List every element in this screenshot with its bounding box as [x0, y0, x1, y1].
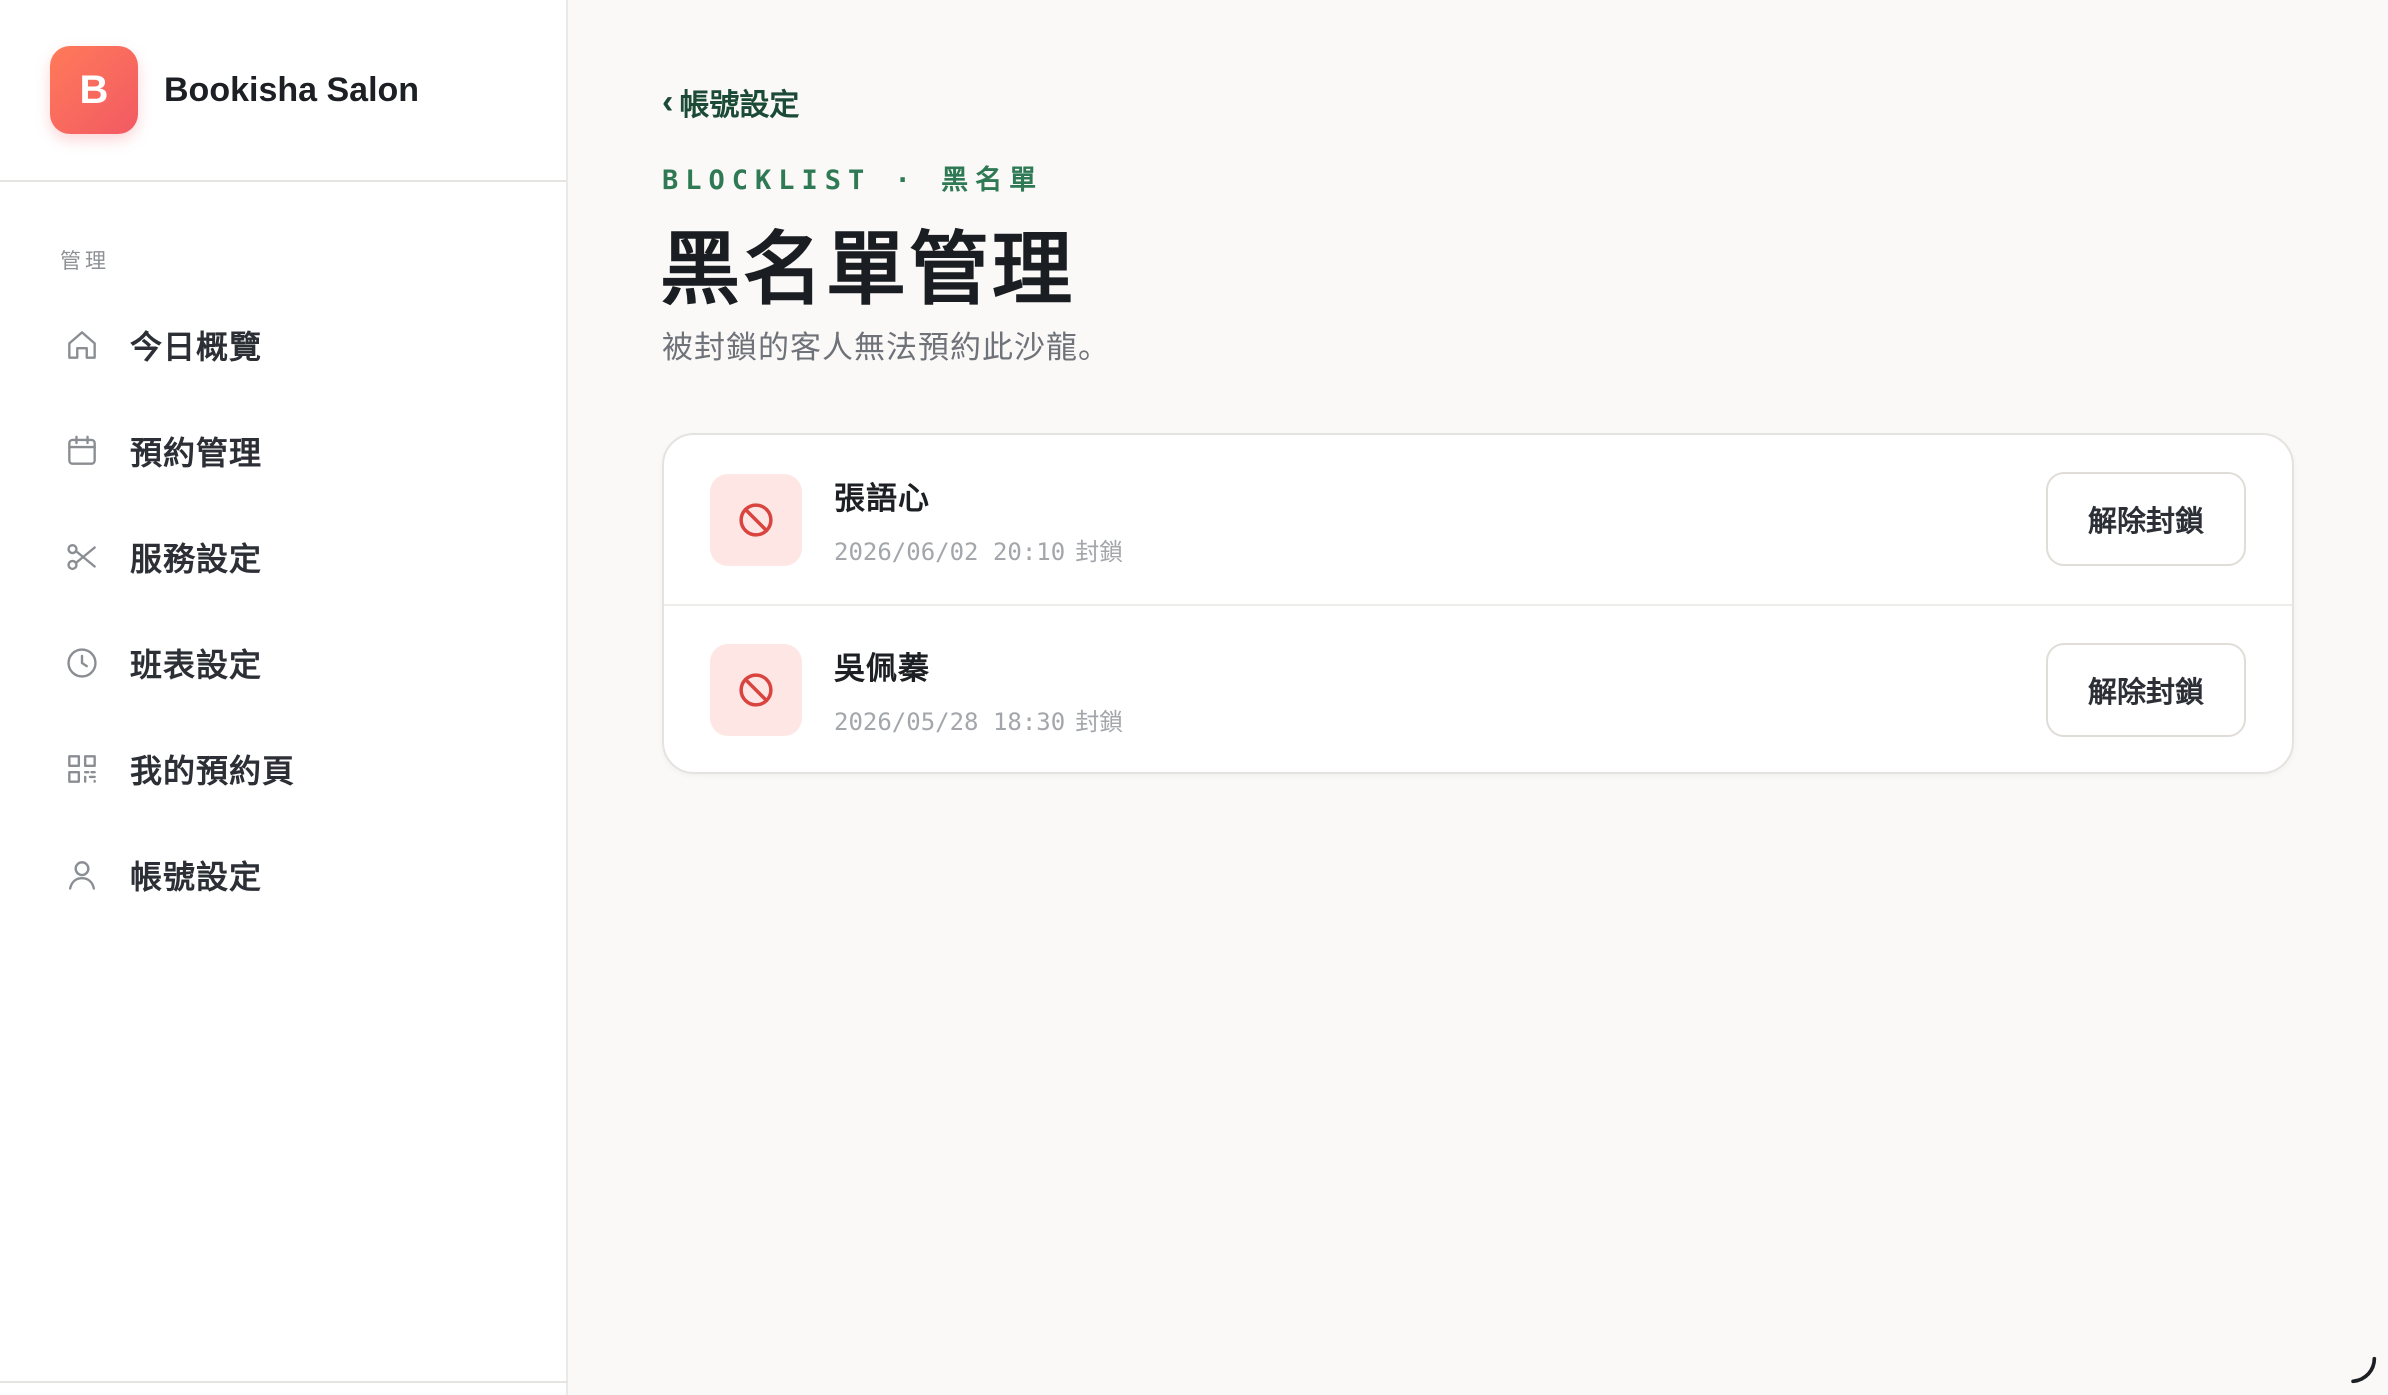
sidebar-item-account[interactable]: 帳號設定 [40, 822, 530, 928]
blocked-customer-info: 吳佩蓁 2026/05/28 18:30 封鎖 [834, 643, 1123, 737]
page-subtitle: 被封鎖的客人無法預約此沙龍。 [662, 330, 1110, 365]
sidebar-item-appointments[interactable]: 預約管理 [40, 398, 530, 504]
sidebar-item-overview[interactable]: 今日概覽 [40, 292, 530, 398]
brand-logo[interactable]: B [50, 46, 138, 134]
sidebar-item-schedule[interactable]: 班表設定 [40, 610, 530, 716]
sidebar-item-label: 帳號設定 [130, 859, 263, 895]
home-icon [62, 325, 102, 365]
user-icon [62, 855, 102, 895]
back-link[interactable]: ‹ 帳號設定 [662, 80, 799, 124]
blocked-meta: 2026/06/02 20:10 封鎖 [834, 532, 1123, 567]
sidebar-item-label: 班表設定 [130, 647, 263, 683]
chevron-left-icon: ‹ [662, 83, 674, 121]
main-content: ‹ 帳號設定 BLOCKLIST · 黑名單 黑名單管理 被封鎖的客人無法預約此… [570, 0, 2388, 1395]
ban-icon [710, 473, 802, 566]
blocked-status: 封鎖 [1075, 538, 1124, 566]
sidebar-item-label: 服務設定 [130, 541, 263, 577]
sidebar: B Bookisha Salon 管理 今日概覽 預約管理 服務設定 班表設定 … [0, 0, 568, 1395]
sidebar-footer-divider [0, 1381, 568, 1383]
blocked-customer-info: 張語心 2026/06/02 20:10 封鎖 [834, 473, 1123, 567]
unblock-button[interactable]: 解除封鎖 [2046, 472, 2246, 566]
unblock-button[interactable]: 解除封鎖 [2046, 643, 2246, 737]
brand-header: B Bookisha Salon [0, 0, 566, 182]
blocked-datetime: 2026/06/02 20:10 [834, 537, 1066, 566]
blocked-meta: 2026/05/28 18:30 封鎖 [834, 702, 1123, 737]
blocked-datetime: 2026/05/28 18:30 [834, 707, 1066, 736]
sidebar-nav: 今日概覽 預約管理 服務設定 班表設定 我的預約頁 帳號設定 [40, 292, 530, 928]
ban-icon [710, 643, 802, 736]
page-eyebrow: BLOCKLIST · 黑名單 [662, 165, 1044, 196]
customer-name: 張語心 [834, 480, 930, 516]
calendar-icon [62, 431, 102, 471]
app: B Bookisha Salon 管理 今日概覽 預約管理 服務設定 班表設定 … [0, 0, 2388, 1395]
page-title: 黑名單管理 [660, 225, 1075, 314]
list-item: 張語心 2026/06/02 20:10 封鎖 解除封鎖 [664, 435, 2292, 604]
sidebar-item-label: 今日概覽 [130, 329, 263, 365]
blocked-status: 封鎖 [1075, 708, 1124, 736]
brand-name: Bookisha Salon [164, 70, 420, 109]
sidebar-item-label: 我的預約頁 [130, 753, 296, 789]
list-item: 吳佩蓁 2026/05/28 18:30 封鎖 解除封鎖 [664, 604, 2292, 772]
sidebar-item-services[interactable]: 服務設定 [40, 504, 530, 610]
scissors-icon [62, 537, 102, 577]
sidebar-item-booking-page[interactable]: 我的預約頁 [40, 716, 530, 822]
blocklist-card: 張語心 2026/06/02 20:10 封鎖 解除封鎖 吳佩蓁 2026/05… [662, 433, 2294, 774]
qr-code-icon [62, 749, 102, 789]
nav-section-label: 管理 [60, 250, 110, 273]
customer-name: 吳佩蓁 [834, 650, 930, 686]
back-link-label: 帳號設定 [679, 89, 800, 122]
loading-spinner-icon [2346, 1353, 2380, 1387]
sidebar-item-label: 預約管理 [130, 435, 263, 471]
clock-icon [62, 643, 102, 683]
